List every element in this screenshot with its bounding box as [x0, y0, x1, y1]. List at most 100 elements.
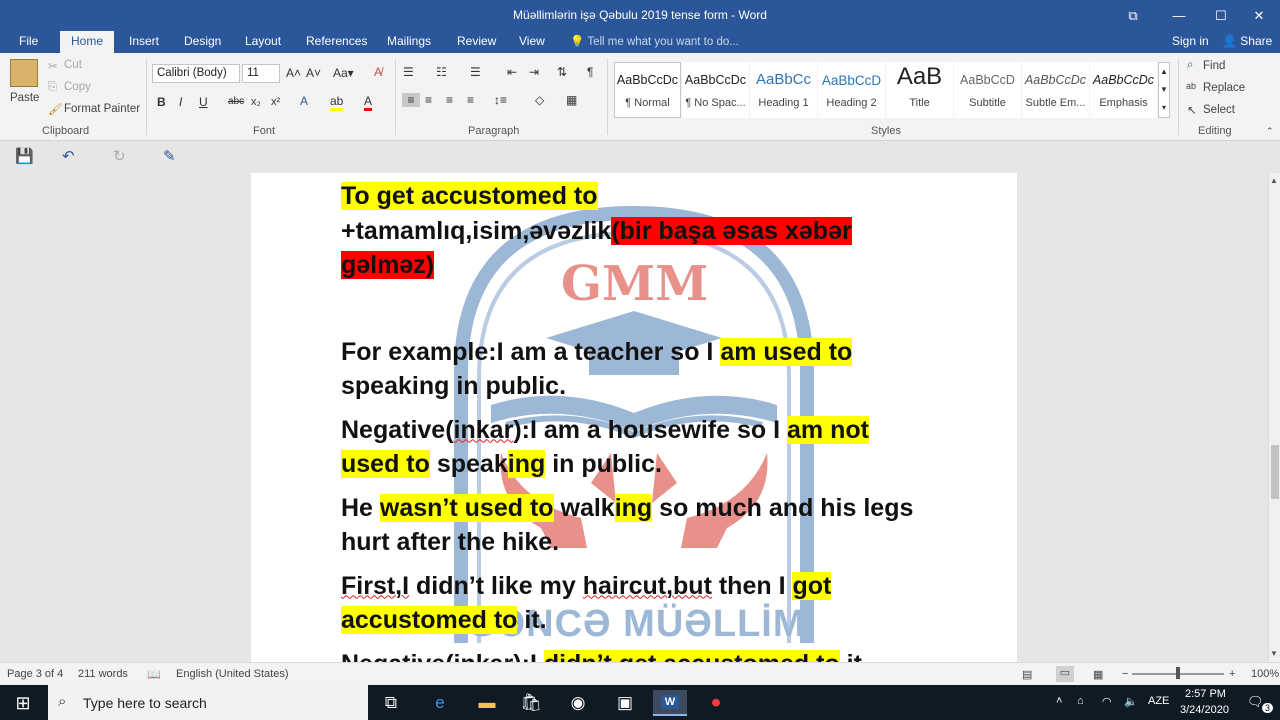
italic-icon[interactable]: I	[179, 95, 182, 109]
taskbar-search[interactable]: ⌕ Type here to search	[48, 685, 368, 720]
sort-icon[interactable]: ⇅	[557, 65, 567, 79]
copy-icon[interactable]: ⎘	[48, 81, 57, 94]
proofing-icon[interactable]: 📖	[147, 668, 161, 681]
borders-icon[interactable]: ▦	[566, 93, 577, 107]
tab-layout[interactable]: Layout	[245, 34, 281, 48]
chrome-icon[interactable]: ◉	[561, 690, 595, 716]
tab-file[interactable]: File	[19, 34, 38, 48]
copy-button[interactable]: Copy	[64, 81, 91, 93]
language-indicator[interactable]: English (United States)	[176, 668, 289, 680]
multilevel-list-icon[interactable]: ☰	[470, 65, 481, 79]
volume-icon[interactable]: 🔈	[1124, 695, 1138, 708]
record-icon[interactable]: ⏺	[699, 690, 733, 716]
file-explorer-icon[interactable]: ▬	[470, 690, 504, 716]
replace-button[interactable]: Replace	[1203, 82, 1245, 94]
align-right-icon[interactable]: ≡	[446, 93, 453, 107]
collapse-ribbon-icon[interactable]: ⌃	[1266, 126, 1274, 137]
style-subtle-emphasis[interactable]: AaBbCcDc Subtle Em...	[1022, 62, 1089, 118]
undo-icon[interactable]: ↶	[62, 147, 75, 165]
zoom-in-icon[interactable]: +	[1229, 668, 1235, 680]
clock-date[interactable]: 3/24/2020	[1180, 704, 1229, 716]
select-button[interactable]: Select	[1203, 104, 1235, 116]
print-layout-icon[interactable]: ▭	[1056, 666, 1074, 682]
grow-font-icon[interactable]: A˄	[286, 66, 301, 80]
bullets-icon[interactable]: ☰	[403, 65, 414, 79]
read-mode-icon[interactable]: ▤	[1022, 668, 1032, 681]
style-title[interactable]: AaB Title	[886, 62, 953, 118]
select-icon[interactable]: ↖	[1187, 103, 1197, 117]
word-count[interactable]: 211 words	[78, 668, 128, 680]
numbering-icon[interactable]: ☷	[436, 65, 447, 79]
tab-review[interactable]: Review	[457, 34, 496, 48]
decrease-indent-icon[interactable]: ⇤	[507, 65, 517, 79]
vertical-scrollbar[interactable]: ▲ ▼	[1268, 173, 1280, 662]
tray-expand-icon[interactable]: ˄	[1056, 695, 1062, 707]
store-icon[interactable]: 🛍	[514, 690, 548, 716]
brush-icon[interactable]: 🖌	[48, 102, 63, 116]
tab-view[interactable]: View	[519, 34, 545, 48]
close-button[interactable]: ✕	[1236, 0, 1280, 31]
tab-references[interactable]: References	[306, 34, 367, 48]
scroll-thumb[interactable]	[1271, 445, 1279, 499]
styles-scroll-icon[interactable]: ▲ ▼ ▾	[1158, 62, 1170, 118]
shrink-font-icon[interactable]: A˅	[306, 66, 321, 80]
style-heading-2[interactable]: AaBbCcD Heading 2	[818, 62, 885, 118]
justify-icon[interactable]: ≡	[467, 93, 474, 107]
tab-insert[interactable]: Insert	[129, 34, 159, 48]
align-left-icon[interactable]: ≡	[402, 93, 420, 107]
clock-time[interactable]: 2:57 PM	[1185, 688, 1226, 700]
sign-in-link[interactable]: Sign in	[1172, 34, 1209, 48]
paste-button[interactable]: Paste	[10, 92, 39, 104]
redo-icon[interactable]: ↻	[113, 147, 126, 165]
font-size-select[interactable]: 11	[242, 64, 280, 83]
tab-mailings[interactable]: Mailings	[387, 34, 431, 48]
style-no-spacing[interactable]: AaBbCcDc ¶ No Spac...	[682, 62, 749, 118]
wifi-icon[interactable]: ◠	[1102, 695, 1112, 708]
tab-design[interactable]: Design	[184, 34, 221, 48]
minimize-button[interactable]: —	[1156, 0, 1202, 31]
windows-start-icon[interactable]: ⊞	[6, 690, 40, 716]
scroll-down-icon[interactable]: ▼	[1270, 649, 1278, 658]
save-icon[interactable]: 💾	[15, 147, 34, 165]
font-color-icon[interactable]: A	[364, 94, 373, 111]
replace-icon[interactable]: ab	[1186, 81, 1196, 91]
style-subtitle[interactable]: AaBbCcD Subtitle	[954, 62, 1021, 118]
document-page[interactable]: GMM GƏNCƏ MÜƏLLİM To get accustomed to +…	[251, 173, 1017, 662]
shading-icon[interactable]: ◇	[535, 93, 544, 107]
scissors-icon[interactable]: ✂	[48, 59, 58, 73]
document-body[interactable]: To get accustomed to +tamamlıq,isim,əvəz…	[341, 179, 931, 662]
line-spacing-icon[interactable]: ↕≡	[494, 93, 507, 107]
tell-me-box[interactable]: 💡 Tell me what you want to do...	[570, 34, 739, 48]
scroll-up-icon[interactable]: ▲	[1270, 176, 1278, 185]
find-icon[interactable]: ⌕	[1187, 59, 1193, 72]
input-language[interactable]: AZE	[1148, 695, 1169, 707]
change-case-icon[interactable]: Aa▾	[333, 66, 354, 80]
font-family-select[interactable]: Calibri (Body)	[152, 64, 240, 83]
align-center-icon[interactable]: ≡	[425, 93, 432, 107]
tab-home[interactable]: Home	[60, 31, 115, 53]
customize-qat-icon[interactable]: ✎	[163, 147, 176, 165]
style-emphasis[interactable]: AaBbCcDc Emphasis	[1090, 62, 1157, 118]
subscript-icon[interactable]: x₂	[251, 96, 261, 108]
show-formatting-icon[interactable]: ¶	[587, 65, 593, 79]
text-effects-icon[interactable]: A	[300, 94, 308, 108]
cut-button[interactable]: Cut	[64, 59, 82, 71]
highlight-icon[interactable]: ab	[330, 94, 344, 111]
share-button[interactable]: 👤 Share	[1222, 34, 1272, 48]
web-layout-icon[interactable]: ▦	[1093, 668, 1103, 681]
ribbon-display-options-icon[interactable]: ⧉	[1110, 0, 1156, 31]
format-painter-button[interactable]: Format Painter	[64, 103, 140, 115]
page-count[interactable]: Page 3 of 4	[7, 668, 63, 680]
style-normal[interactable]: AaBbCcDc ¶ Normal	[614, 62, 681, 118]
increase-indent-icon[interactable]: ⇥	[529, 65, 539, 79]
paste-icon[interactable]	[10, 59, 38, 87]
zoom-out-icon[interactable]: −	[1122, 668, 1128, 680]
find-button[interactable]: Find	[1203, 60, 1225, 72]
task-view-icon[interactable]: ⧉	[374, 690, 408, 716]
zoom-level[interactable]: 100%	[1251, 668, 1279, 680]
zoom-slider-thumb[interactable]	[1176, 667, 1180, 679]
edge-icon[interactable]: e	[423, 690, 457, 716]
clear-formatting-icon[interactable]: A̸	[374, 65, 382, 79]
strikethrough-icon[interactable]: abc	[228, 96, 244, 107]
style-heading-1[interactable]: AaBbCc Heading 1	[750, 62, 817, 118]
